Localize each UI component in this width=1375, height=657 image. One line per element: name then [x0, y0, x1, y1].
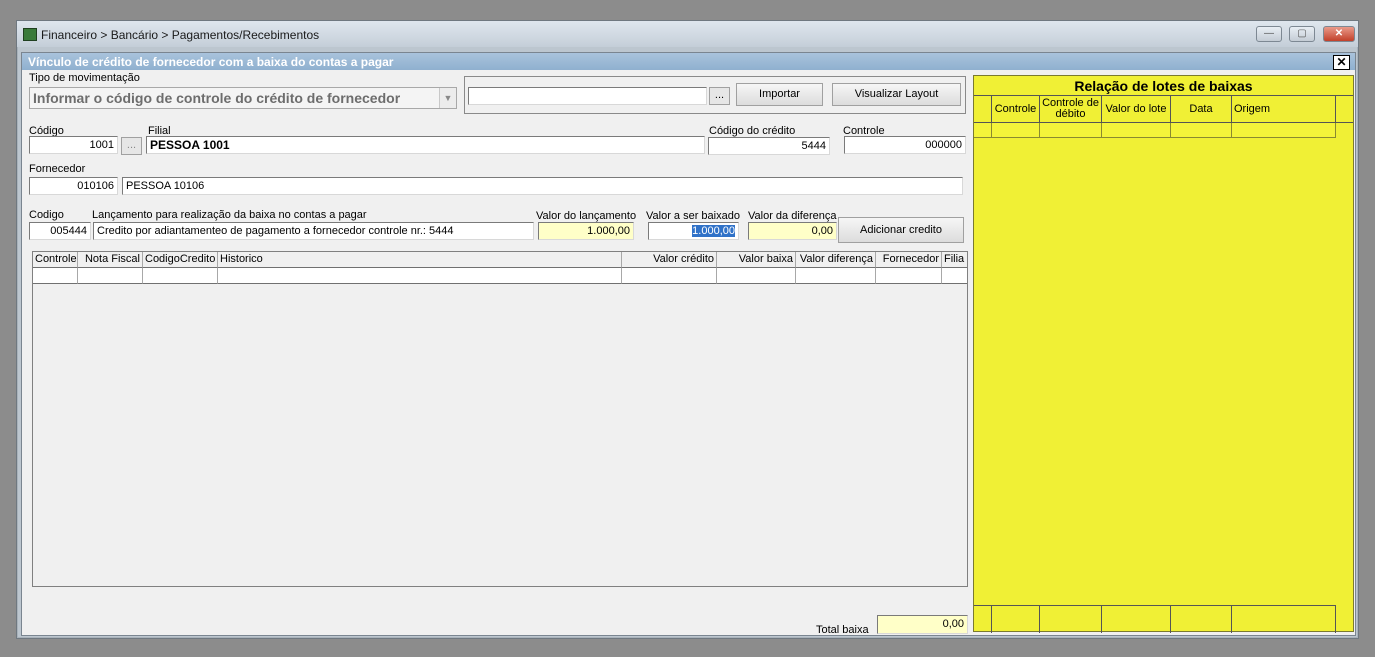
lanc-desc-label: Lançamento para realização da baixa no c…: [92, 209, 367, 221]
valor-diferenca-label: Valor da diferença: [748, 210, 837, 222]
valor-lancamento-input[interactable]: 1.000,00: [538, 222, 634, 240]
grid-cell[interactable]: [796, 268, 876, 284]
lotes-header-origem[interactable]: Origem: [1232, 95, 1336, 123]
valor-baixar-input[interactable]: 1.000,00: [648, 222, 739, 240]
grid-cell[interactable]: [143, 268, 218, 284]
grid-header-filial[interactable]: Filia: [942, 252, 967, 268]
grid-header-codigo-credito[interactable]: CodigoCredito: [143, 252, 218, 268]
lotes-header-controle[interactable]: Controle: [992, 95, 1040, 123]
lotes-panel: Relação de lotes de baixas Controle Cont…: [973, 75, 1354, 633]
grid-header-nota-fiscal[interactable]: Nota Fiscal: [78, 252, 143, 268]
grid-header-valor-diferenca[interactable]: Valor diferença: [796, 252, 876, 268]
codigo-credito-label: Código do crédito: [709, 125, 796, 137]
creditos-grid[interactable]: Controle Nota Fiscal CodigoCredito Histo…: [32, 251, 968, 587]
total-baixa-label: Total baixa: [816, 624, 869, 636]
grid-header-controle[interactable]: Controle: [33, 252, 78, 268]
fornecedor-code-input[interactable]: 010106: [29, 177, 118, 195]
lotes-cell[interactable]: [1171, 123, 1232, 138]
app-window: Financeiro > Bancário > Pagamentos/Receb…: [16, 20, 1359, 639]
minimize-button[interactable]: —: [1256, 26, 1282, 42]
dialog-titlebar: Vínculo de crédito de fornecedor com a b…: [22, 53, 1355, 70]
lotes-header-data[interactable]: Data: [1171, 95, 1232, 123]
tipo-selected-value: Informar o código de controle do crédito…: [33, 90, 401, 106]
chevron-down-icon[interactable]: ▼: [439, 88, 456, 108]
grid-header-valor-baixa[interactable]: Valor baixa: [717, 252, 796, 268]
lotes-cell[interactable]: [1040, 123, 1102, 138]
grid-header-valor-credito[interactable]: Valor crédito: [622, 252, 717, 268]
grid-cell[interactable]: [942, 268, 967, 284]
filial-input[interactable]: PESSOA 1001: [146, 136, 705, 154]
valor-lancamento-label: Valor do lançamento: [536, 210, 637, 222]
lotes-title: Relação de lotes de baixas: [1074, 78, 1253, 94]
app-icon: [23, 28, 37, 41]
total-baixa-input[interactable]: 0,00: [877, 615, 968, 634]
codigo-credito-input[interactable]: 5444: [708, 137, 830, 155]
lotes-cell[interactable]: [1102, 123, 1171, 138]
window-close-button[interactable]: ✕: [1323, 26, 1355, 42]
import-path-input[interactable]: [468, 87, 707, 105]
window-title: Financeiro > Bancário > Pagamentos/Receb…: [41, 28, 320, 42]
lotes-footer-cell: [992, 605, 1040, 633]
fornecedor-name-input[interactable]: PESSOA 10106: [122, 177, 963, 195]
grid-cell[interactable]: [78, 268, 143, 284]
window-titlebar[interactable]: Financeiro > Bancário > Pagamentos/Receb…: [17, 21, 1358, 47]
import-browse-button[interactable]: ...: [709, 87, 730, 105]
lotes-footer-cell: [1171, 605, 1232, 633]
adicionar-credito-button[interactable]: Adicionar credito: [838, 217, 964, 243]
grid-cell[interactable]: [876, 268, 942, 284]
controle-input[interactable]: 000000: [844, 136, 966, 154]
codigo-input[interactable]: 1001: [29, 136, 118, 154]
lotes-header-valor-lote[interactable]: Valor do lote: [1102, 95, 1171, 123]
grid-header-historico[interactable]: Historico: [218, 252, 622, 268]
grid-cell[interactable]: [622, 268, 717, 284]
lotes-header-controle-debito[interactable]: Controle de débito: [1040, 95, 1102, 123]
tipo-label: Tipo de movimentação: [29, 72, 140, 84]
lotes-cell[interactable]: [1232, 123, 1336, 138]
lotes-footer-cell: [1040, 605, 1102, 633]
lotes-footer-cell: [974, 605, 992, 633]
lotes-cell[interactable]: [992, 123, 1040, 138]
lotes-footer-cell: [1232, 605, 1336, 633]
grid-header-fornecedor[interactable]: Fornecedor: [876, 252, 942, 268]
lanc-desc-input[interactable]: Credito por adiantamenteo de pagamento a…: [93, 222, 534, 240]
fornecedor-label: Fornecedor: [29, 163, 86, 175]
grid-cell[interactable]: [33, 268, 78, 284]
grid-cell[interactable]: [218, 268, 622, 284]
lanc-codigo-label: Codigo: [29, 209, 64, 221]
vinculo-dialog: Vínculo de crédito de fornecedor com a b…: [21, 52, 1356, 636]
valor-diferenca-input[interactable]: 0,00: [748, 222, 837, 240]
dialog-close-icon[interactable]: ✕: [1333, 55, 1350, 70]
maximize-button[interactable]: ▢: [1289, 26, 1315, 42]
lanc-codigo-input[interactable]: 005444: [29, 222, 91, 240]
dialog-title: Vínculo de crédito de fornecedor com a b…: [28, 55, 394, 69]
lotes-header-filler: [1336, 95, 1353, 123]
visualizar-layout-button[interactable]: Visualizar Layout: [832, 83, 961, 106]
lotes-row-indicator[interactable]: [974, 123, 992, 138]
codigo-browse-button[interactable]: ...: [121, 137, 142, 155]
lotes-footer-cell: [1102, 605, 1171, 633]
valor-baixar-selected-text: 1.000,00: [692, 225, 735, 237]
grid-cell[interactable]: [717, 268, 796, 284]
lotes-row-indicator-header: [974, 95, 992, 123]
tipo-movimentacao-select[interactable]: Informar o código de controle do crédito…: [29, 87, 457, 109]
valor-baixar-label: Valor a ser baixado: [646, 210, 740, 222]
importar-button[interactable]: Importar: [736, 83, 823, 106]
